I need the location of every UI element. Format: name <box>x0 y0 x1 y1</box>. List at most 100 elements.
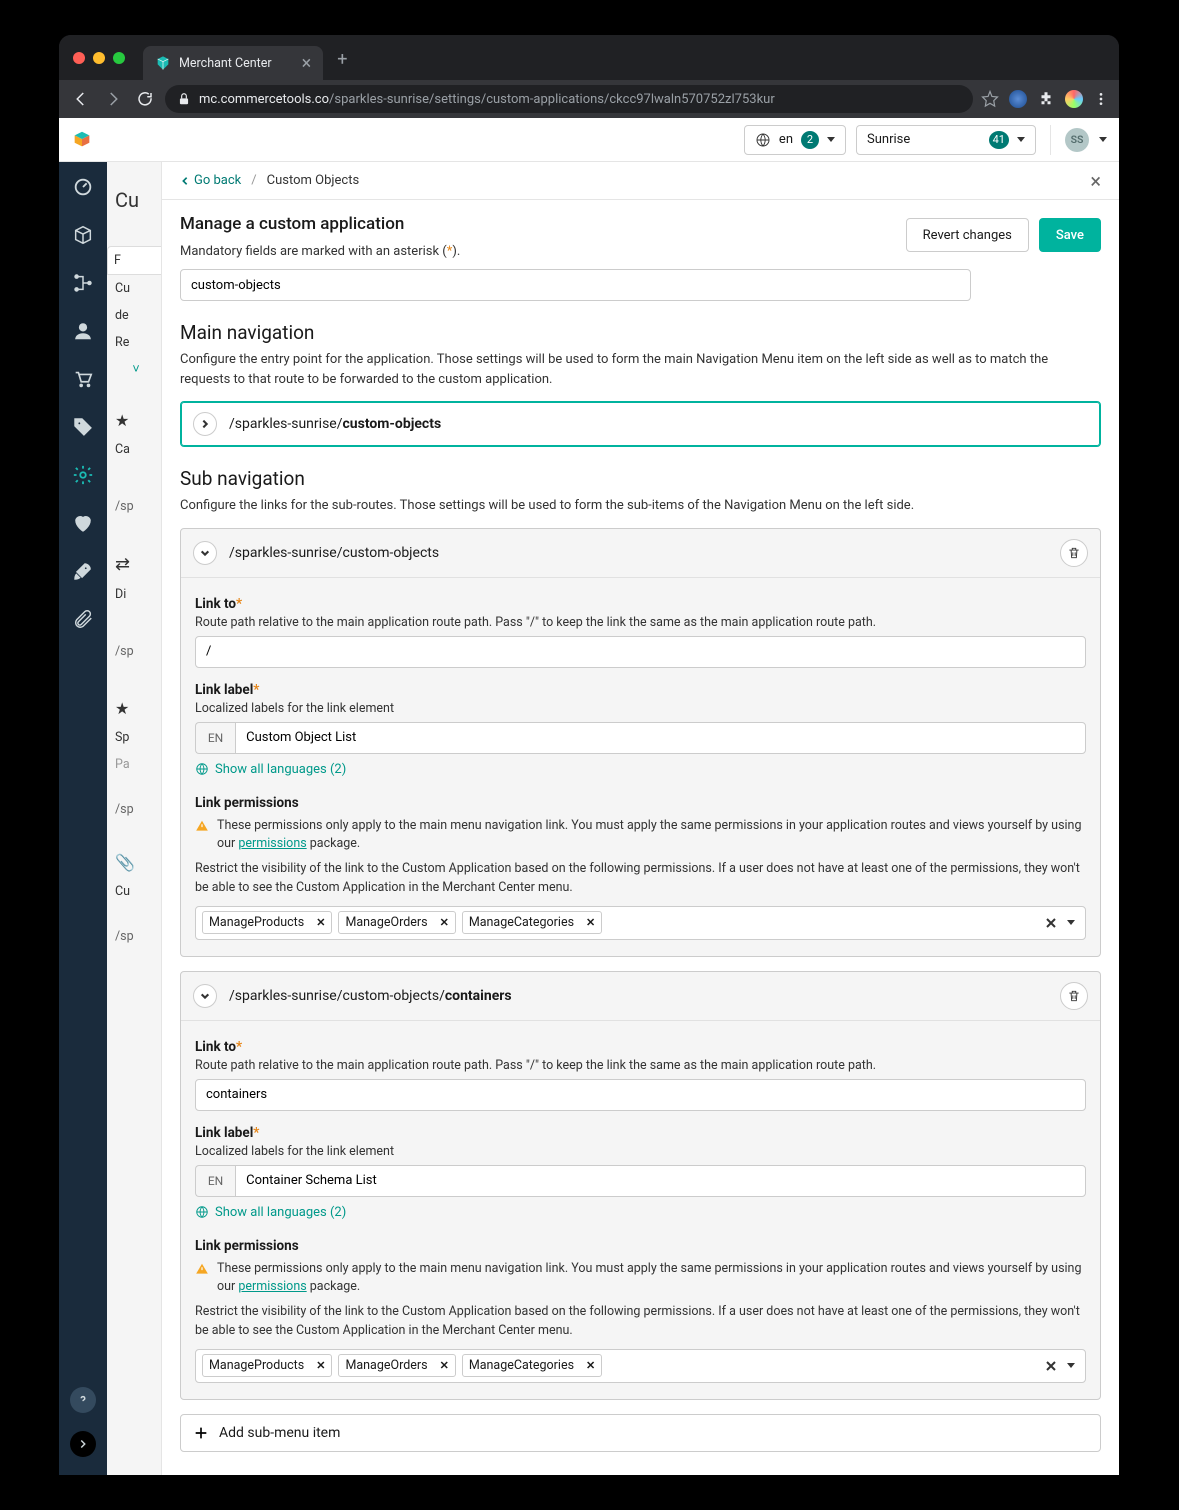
browser-reload-icon[interactable] <box>133 87 157 111</box>
permissions-select[interactable]: ManageProducts✕ ManageOrders✕ ManageCate… <box>195 1349 1086 1383</box>
delete-button[interactable] <box>1060 982 1088 1010</box>
window-traffic-lights <box>73 52 125 64</box>
chevron-right-icon <box>200 419 210 429</box>
box-icon[interactable] <box>72 224 94 246</box>
window-close-icon[interactable] <box>73 52 85 64</box>
url-path: /sparkles-sunrise/settings/custom-applic… <box>329 92 775 107</box>
link-to-input[interactable] <box>195 1079 1086 1111</box>
remove-tag-icon[interactable]: ✕ <box>440 916 449 929</box>
warning-icon <box>195 819 209 833</box>
main-nav-heading: Main navigation <box>180 321 1101 344</box>
permission-tag: ManageProducts✕ <box>202 1354 332 1377</box>
project-selector[interactable]: Sunrise 41 <box>856 125 1036 155</box>
permissions-desc: Restrict the visibility of the link to t… <box>195 1303 1086 1341</box>
user-avatar[interactable]: SS <box>1065 128 1089 152</box>
permissions-link[interactable]: permissions <box>238 1279 306 1294</box>
tab-title: Merchant Center <box>179 56 272 71</box>
caret-down-icon[interactable] <box>1067 1363 1075 1368</box>
tag-icon[interactable] <box>72 416 94 438</box>
rocket-icon[interactable] <box>72 560 94 582</box>
user-icon[interactable] <box>72 320 94 342</box>
remove-tag-icon[interactable]: ✕ <box>316 1359 325 1372</box>
clear-icon[interactable] <box>1045 1360 1057 1372</box>
browser-forward-icon <box>101 87 125 111</box>
window-max-icon[interactable] <box>113 52 125 64</box>
tab-favicon-icon <box>155 55 171 71</box>
save-button[interactable]: Save <box>1039 218 1101 252</box>
add-submenu-button[interactable]: Add sub-menu item <box>180 1414 1101 1452</box>
app-topbar: en 2 Sunrise 41 SS <box>59 118 1119 162</box>
go-back-link[interactable]: Go back <box>180 173 241 188</box>
link-permissions-label: Link permissions <box>195 1238 1086 1254</box>
project-name: Sunrise <box>867 132 910 147</box>
star-icon[interactable] <box>981 90 999 108</box>
gear-icon[interactable] <box>72 464 94 486</box>
delete-button[interactable] <box>1060 539 1088 567</box>
link-label-input[interactable] <box>235 722 1086 754</box>
expand-toggle-button[interactable] <box>193 412 217 436</box>
expand-rail-icon[interactable] <box>70 1431 96 1457</box>
heart-icon[interactable] <box>72 512 94 534</box>
cart-icon[interactable] <box>72 368 94 390</box>
page-title: Manage a custom application <box>180 214 906 234</box>
expand-toggle-button[interactable] <box>193 984 217 1008</box>
show-languages-button[interactable]: Show all languages (2) <box>195 1205 1086 1220</box>
new-tab-icon[interactable]: + <box>337 49 347 70</box>
dashboard-icon[interactable] <box>72 176 94 198</box>
browser-back-icon[interactable] <box>69 87 93 111</box>
avatar-extension-icon[interactable] <box>1065 90 1083 108</box>
lock-icon <box>177 92 191 106</box>
permission-tag: ManageOrders✕ <box>338 1354 455 1377</box>
sub-nav-item: /sparkles-sunrise/custom-objects Link to… <box>180 528 1101 957</box>
extension-icon[interactable] <box>1009 90 1027 108</box>
obscured-background-panel: Cu F Cu de Re ˅ ★ Ca /sp ⇄ Di /sp ★ Sp P… <box>107 162 162 1475</box>
language-code: en <box>779 132 793 147</box>
lang-tag: EN <box>195 722 235 754</box>
globe-icon <box>195 762 209 776</box>
language-selector[interactable]: en 2 <box>744 125 846 155</box>
remove-tag-icon[interactable]: ✕ <box>440 1359 449 1372</box>
sub-nav-path: /sparkles-sunrise/custom-objects <box>229 545 439 561</box>
browser-tab-strip: Merchant Center × + <box>59 35 1119 80</box>
paperclip-icon[interactable] <box>72 608 94 630</box>
window-min-icon[interactable] <box>93 52 105 64</box>
close-icon[interactable]: × <box>1090 169 1101 193</box>
permissions-warning: These permissions only apply to the main… <box>195 1260 1086 1298</box>
app-key-input[interactable] <box>180 269 971 301</box>
browser-tab[interactable]: Merchant Center × <box>143 46 323 80</box>
chevron-down-icon <box>200 991 210 1001</box>
permissions-link[interactable]: permissions <box>238 836 306 851</box>
sub-nav-path: /sparkles-sunrise/custom-objects/contain… <box>229 988 512 1004</box>
help-icon[interactable] <box>70 1387 96 1413</box>
show-languages-button[interactable]: Show all languages (2) <box>195 762 1086 777</box>
permission-tag: ManageCategories✕ <box>462 1354 602 1377</box>
caret-down-icon[interactable] <box>1099 137 1107 142</box>
revert-button[interactable]: Revert changes <box>906 218 1029 252</box>
sub-nav-desc: Configure the links for the sub-routes. … <box>180 496 1101 516</box>
trash-icon <box>1067 989 1081 1003</box>
remove-tag-icon[interactable]: ✕ <box>586 1359 595 1372</box>
trash-icon <box>1067 546 1081 560</box>
left-nav-rail <box>59 162 107 1475</box>
link-label-input[interactable] <box>235 1165 1086 1197</box>
browser-address-bar[interactable]: mc.commercetools.co /sparkles-sunrise/se… <box>165 85 973 113</box>
plus-icon <box>193 1425 209 1441</box>
puzzle-icon[interactable] <box>1037 90 1055 108</box>
remove-tag-icon[interactable]: ✕ <box>586 916 595 929</box>
caret-down-icon <box>827 137 835 142</box>
globe-icon <box>195 1205 209 1219</box>
remove-tag-icon[interactable]: ✕ <box>316 916 325 929</box>
permissions-select[interactable]: ManageProducts✕ ManageOrders✕ ManageCate… <box>195 906 1086 940</box>
expand-toggle-button[interactable] <box>193 541 217 565</box>
clear-icon[interactable] <box>1045 917 1057 929</box>
link-label-help: Localized labels for the link element <box>195 701 1086 716</box>
lang-tag: EN <box>195 1165 235 1197</box>
link-to-input[interactable] <box>195 636 1086 668</box>
browser-menu-icon[interactable] <box>1093 91 1109 107</box>
link-label-label: Link label* <box>195 682 1086 698</box>
link-label-label: Link label* <box>195 1125 1086 1141</box>
caret-down-icon[interactable] <box>1067 920 1075 925</box>
sitemap-icon[interactable] <box>72 272 94 294</box>
brand-logo-icon[interactable] <box>71 129 93 151</box>
tab-close-icon[interactable]: × <box>302 53 312 74</box>
